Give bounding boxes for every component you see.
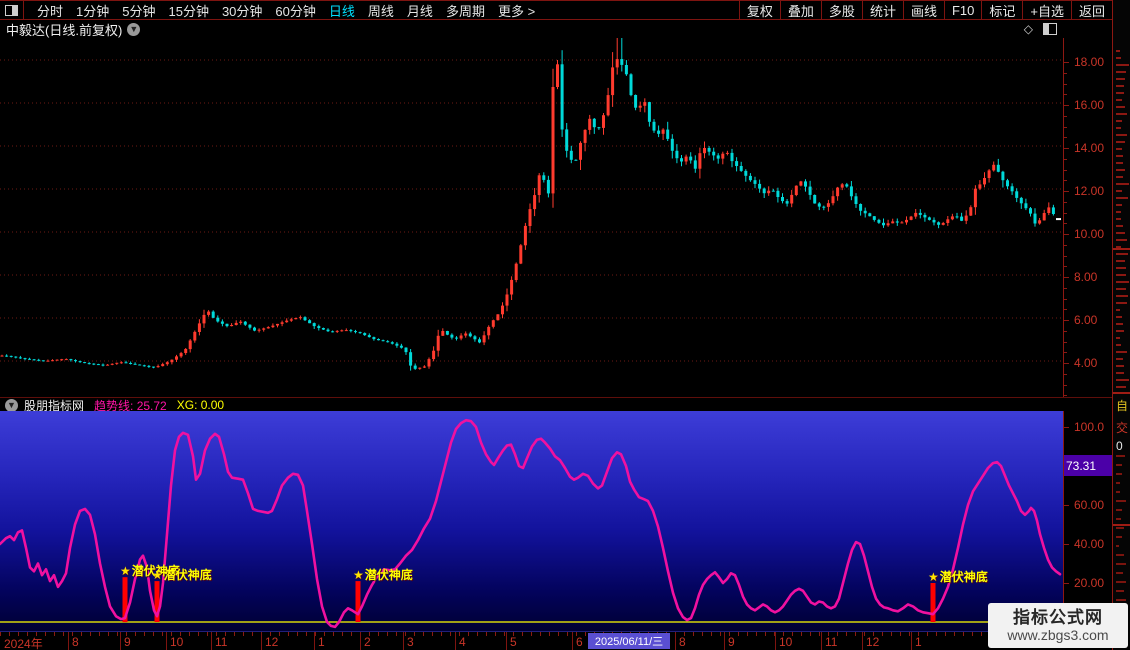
price-axis-label: 10.00 (1074, 227, 1105, 241)
indicator-header: ▼ 股朋指标网 趋势线: 25.72 XG: 0.00 (0, 397, 1112, 413)
price-axis-label: 12.00 (1074, 184, 1105, 198)
edge-strip-label: 自 (1116, 399, 1129, 413)
timeline-label: 12 (265, 635, 279, 649)
timeline-label: 5 (510, 635, 517, 649)
menu-item-8[interactable]: 周线 (368, 1, 394, 20)
edge-strip-label: 交 (1116, 421, 1129, 435)
price-axis-label: 18.00 (1074, 55, 1105, 69)
timeline-label: 2024年 (4, 637, 43, 650)
signal-label: ★潜伏神底 (152, 568, 212, 583)
menu-item-5[interactable]: 30分钟 (222, 1, 262, 20)
menu-item-10[interactable]: 多周期 (446, 1, 485, 20)
timeline-label: 1 (318, 635, 325, 649)
watermark-url: www.zbgs3.com (1007, 626, 1109, 643)
timeline: 2024年 8 9 10 11 12 1 2 3 4 5 6 8 9 10 11 12 1 2025/06/11/三 (0, 631, 1112, 650)
diamond-icon[interactable]: ◇ (1024, 22, 1033, 36)
menu-item-1[interactable]: 分时 (37, 1, 63, 20)
window-split-icon[interactable] (0, 1, 24, 19)
timeline-ticks (0, 632, 1063, 636)
menu-item-多股[interactable]: 多股 (820, 1, 862, 19)
indicator-panel[interactable]: ★潜伏神底 ★潜伏神底 ★潜伏神底 ★潜伏神底 (0, 411, 1063, 631)
star-icon: ★ (120, 564, 131, 579)
menu-item-2[interactable]: 1分钟 (76, 1, 109, 20)
indicator-value-badge: 73.31 (1064, 455, 1113, 476)
main-price-axis: 18.00 16.00 14.00 12.00 10.00 8.00 6.00 4.00 (1063, 38, 1112, 397)
timeline-label: 6 (576, 635, 583, 649)
top-menu-bar: 分时 1分钟 5分钟 15分钟 30分钟 60分钟 日线 周线 月线 多周期 更多 > 复权 叠加 多股… (0, 0, 1130, 20)
menu-item-统计[interactable]: 统计 (861, 1, 903, 19)
timeline-label: 11 (215, 635, 228, 649)
chevron-down-circle-icon[interactable]: ▼ (127, 22, 141, 36)
menu-item-6[interactable]: 60分钟 (275, 1, 315, 20)
signal-label: ★潜伏神底 (928, 570, 988, 584)
indicator-axis-label: 40.00 (1074, 537, 1105, 551)
menu-item-复权[interactable]: 复权 (738, 1, 780, 19)
indicator-axis-label: 100.0 (1074, 420, 1105, 434)
period-menu: 分时 1分钟 5分钟 15分钟 30分钟 60分钟 日线 周线 月线 多周期 更多 > (24, 1, 535, 20)
timeline-label: 2 (364, 635, 371, 649)
price-axis-label: 8.00 (1074, 270, 1098, 284)
menu-item-返回[interactable]: 返回 (1070, 1, 1112, 19)
timeline-label: 10 (170, 635, 184, 649)
price-axis-label: 14.00 (1074, 141, 1105, 155)
timeline-label: 3 (407, 635, 414, 649)
menu-item-叠加[interactable]: 叠加 (779, 1, 821, 19)
pane-icon[interactable] (1043, 23, 1057, 35)
menu-item-4[interactable]: 15分钟 (168, 1, 208, 20)
timeline-label: 10 (779, 635, 793, 649)
watermark-title: 指标公式网 (1013, 608, 1103, 628)
menu-item-7[interactable]: 日线 (329, 1, 355, 20)
timeline-label: 9 (124, 635, 131, 649)
timeline-label: 1 (915, 635, 922, 649)
menu-item-F10[interactable]: F10 (943, 1, 981, 19)
app-window: 分时 1分钟 5分钟 15分钟 30分钟 60分钟 日线 周线 月线 多周期 更多 > 复权 叠加 多股… (0, 0, 1130, 650)
price-axis-label: 16.00 (1074, 98, 1105, 112)
indicator-axis-label: 60.00 (1074, 498, 1105, 512)
timeline-label: 11 (825, 635, 838, 649)
signal-label: ★潜伏神底 (353, 568, 413, 583)
timeline-label: 8 (679, 635, 686, 649)
star-icon: ★ (152, 568, 163, 583)
right-edge-strip: 自交 0 (1112, 0, 1130, 650)
title-bar: 中毅达(日线.前复权) ▼ ◇ (0, 20, 1112, 38)
timeline-label: 9 (728, 635, 735, 649)
price-axis-label: 4.00 (1074, 356, 1098, 370)
menu-item-+自选[interactable]: +自选 (1022, 1, 1071, 19)
stock-title: 中毅达(日线.前复权) (6, 22, 123, 38)
indicator-axis-label: 20.00 (1074, 576, 1105, 590)
current-date-box: 2025/06/11/三 (588, 633, 670, 649)
main-candlestick-chart[interactable] (0, 38, 1063, 397)
star-icon: ★ (353, 568, 364, 583)
star-icon: ★ (928, 570, 939, 584)
xg-value: XG: 0.00 (176, 398, 225, 412)
timeline-label: 12 (866, 635, 880, 649)
menu-item-标记[interactable]: 标记 (981, 1, 1022, 19)
menu-item-画线[interactable]: 画线 (902, 1, 944, 19)
edge-strip-label: 0 (1116, 439, 1123, 453)
menu-item-9[interactable]: 月线 (407, 1, 433, 20)
price-axis-label: 6.00 (1074, 313, 1098, 327)
menu-item-11[interactable]: 更多 > (498, 1, 535, 20)
indicator-axis: 73.31 100.0 60.00 40.00 20.00 (1063, 411, 1113, 631)
timeline-label: 8 (72, 635, 79, 649)
chevron-down-circle-icon[interactable]: ▼ (5, 398, 18, 412)
watermark: 指标公式网 www.zbgs3.com (988, 603, 1128, 648)
timeline-label: 4 (459, 635, 466, 649)
tool-menu: 复权 叠加 多股 统计 画线 F10 标记 +自选 返回 (738, 1, 1112, 19)
menu-item-3[interactable]: 5分钟 (122, 1, 155, 20)
